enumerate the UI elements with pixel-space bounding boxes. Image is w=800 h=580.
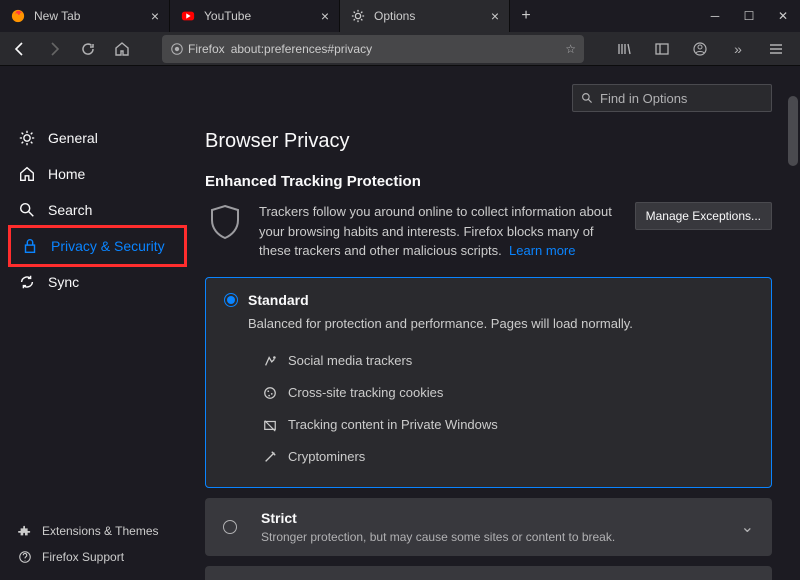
maximize-button[interactable]: ☐	[732, 0, 766, 32]
sidebar-item-label: Search	[48, 202, 92, 218]
tab-strip: New Tab × YouTube × Options × + ─ ☐ ✕	[0, 0, 800, 32]
bookmark-star-icon[interactable]: ☆	[565, 42, 576, 56]
home-button[interactable]	[108, 35, 136, 63]
find-in-options-input[interactable]: Find in Options	[572, 84, 772, 112]
tracker-item: Cryptominers	[262, 441, 753, 473]
sidebar-item-label: Home	[48, 166, 85, 182]
sidebar-item-privacy-security[interactable]: Privacy & Security	[8, 225, 187, 267]
sync-icon	[18, 273, 36, 291]
close-icon[interactable]: ×	[151, 8, 159, 24]
preferences-main: Find in Options Browser Privacy Enhanced…	[195, 66, 800, 580]
sidebar-item-label: Privacy & Security	[51, 238, 165, 254]
radio-strict[interactable]	[223, 520, 237, 534]
shield-icon	[205, 202, 245, 242]
help-icon	[18, 550, 32, 564]
sidebar-footer: Extensions & Themes Firefox Support	[0, 518, 195, 570]
standard-subtitle: Balanced for protection and performance.…	[248, 316, 753, 331]
window-controls: ─ ☐ ✕	[698, 0, 800, 32]
identity-box[interactable]: Firefox	[170, 42, 225, 56]
sidebar-item-general[interactable]: General	[0, 120, 195, 156]
tab-youtube[interactable]: YouTube ×	[170, 0, 340, 32]
sidebar-footer-label: Extensions & Themes	[42, 524, 159, 538]
social-trackers-icon	[262, 353, 278, 369]
content-area: General Home Search Privacy & Security S…	[0, 66, 800, 580]
cryptominer-icon	[262, 449, 278, 465]
home-icon	[18, 165, 36, 183]
standard-title: Standard	[248, 292, 309, 308]
tracking-content-icon	[262, 417, 278, 433]
close-icon[interactable]: ×	[321, 8, 329, 24]
section-title: Enhanced Tracking Protection	[205, 173, 772, 190]
url-text: about:preferences#privacy	[231, 42, 372, 56]
tab-new-tab[interactable]: New Tab ×	[0, 0, 170, 32]
tracker-item: Social media trackers	[262, 345, 753, 377]
tab-label: YouTube	[204, 9, 251, 23]
tracker-item: Tracking content in Private Windows	[262, 409, 753, 441]
sidebar-footer-label: Firefox Support	[42, 550, 124, 564]
forward-button[interactable]	[40, 35, 68, 63]
search-placeholder: Find in Options	[600, 91, 687, 106]
learn-more-link[interactable]: Learn more	[509, 243, 575, 258]
sidebar-toggle-icon[interactable]	[648, 35, 676, 63]
manage-exceptions-button[interactable]: Manage Exceptions...	[635, 202, 772, 230]
back-button[interactable]	[6, 35, 34, 63]
tab-label: Options	[374, 9, 415, 23]
sidebar-item-label: General	[48, 130, 98, 146]
close-window-button[interactable]: ✕	[766, 0, 800, 32]
close-icon[interactable]: ×	[491, 8, 499, 24]
tracker-item: Cross-site tracking cookies	[262, 377, 753, 409]
tracker-list: Social media trackers Cross-site trackin…	[262, 345, 753, 473]
page-title: Browser Privacy	[205, 130, 772, 153]
etp-strict-panel[interactable]: Strict Stronger protection, but may caus…	[205, 498, 772, 556]
nav-toolbar: Firefox about:preferences#privacy ☆ »	[0, 32, 800, 66]
gear-icon	[350, 8, 366, 24]
cookie-icon	[262, 385, 278, 401]
toolbar-icons: »	[610, 35, 794, 63]
etp-intro: Trackers follow you around online to col…	[205, 202, 772, 261]
radio-standard[interactable]	[224, 293, 238, 307]
minimize-button[interactable]: ─	[698, 0, 732, 32]
youtube-icon	[180, 8, 196, 24]
reload-button[interactable]	[74, 35, 102, 63]
sidebar-item-search[interactable]: Search	[0, 192, 195, 228]
puzzle-icon	[18, 524, 32, 538]
account-icon[interactable]	[686, 35, 714, 63]
gear-icon	[18, 129, 36, 147]
strict-title: Strict	[261, 510, 741, 526]
tab-label: New Tab	[34, 9, 80, 23]
sidebar-firefox-support[interactable]: Firefox Support	[0, 544, 195, 570]
etp-standard-panel[interactable]: Standard Balanced for protection and per…	[205, 277, 772, 488]
etp-description: Trackers follow you around online to col…	[259, 202, 621, 261]
tabs: New Tab × YouTube × Options × +	[0, 0, 698, 32]
overflow-icon[interactable]: »	[724, 35, 752, 63]
etp-custom-panel[interactable]: Custom ⌄	[205, 566, 772, 580]
firefox-logo-icon	[170, 42, 184, 56]
chevron-down-icon[interactable]: ⌄	[741, 517, 754, 537]
menu-icon[interactable]	[762, 35, 790, 63]
library-icon[interactable]	[610, 35, 638, 63]
address-bar[interactable]: Firefox about:preferences#privacy ☆	[162, 35, 584, 63]
firefox-icon	[10, 8, 26, 24]
preferences-sidebar: General Home Search Privacy & Security S…	[0, 66, 195, 580]
strict-subtitle: Stronger protection, but may cause some …	[261, 530, 741, 544]
standard-header[interactable]: Standard	[224, 292, 753, 308]
sidebar-item-label: Sync	[48, 274, 79, 290]
scrollbar-thumb[interactable]	[788, 96, 798, 166]
new-tab-button[interactable]: +	[510, 0, 542, 32]
scrollbar[interactable]	[786, 66, 800, 580]
sidebar-item-home[interactable]: Home	[0, 156, 195, 192]
sidebar-item-sync[interactable]: Sync	[0, 264, 195, 300]
sidebar-extensions-themes[interactable]: Extensions & Themes	[0, 518, 195, 544]
search-icon	[18, 201, 36, 219]
identity-label: Firefox	[188, 42, 225, 56]
search-icon	[581, 92, 594, 105]
lock-icon	[21, 237, 39, 255]
tab-options[interactable]: Options ×	[340, 0, 510, 32]
